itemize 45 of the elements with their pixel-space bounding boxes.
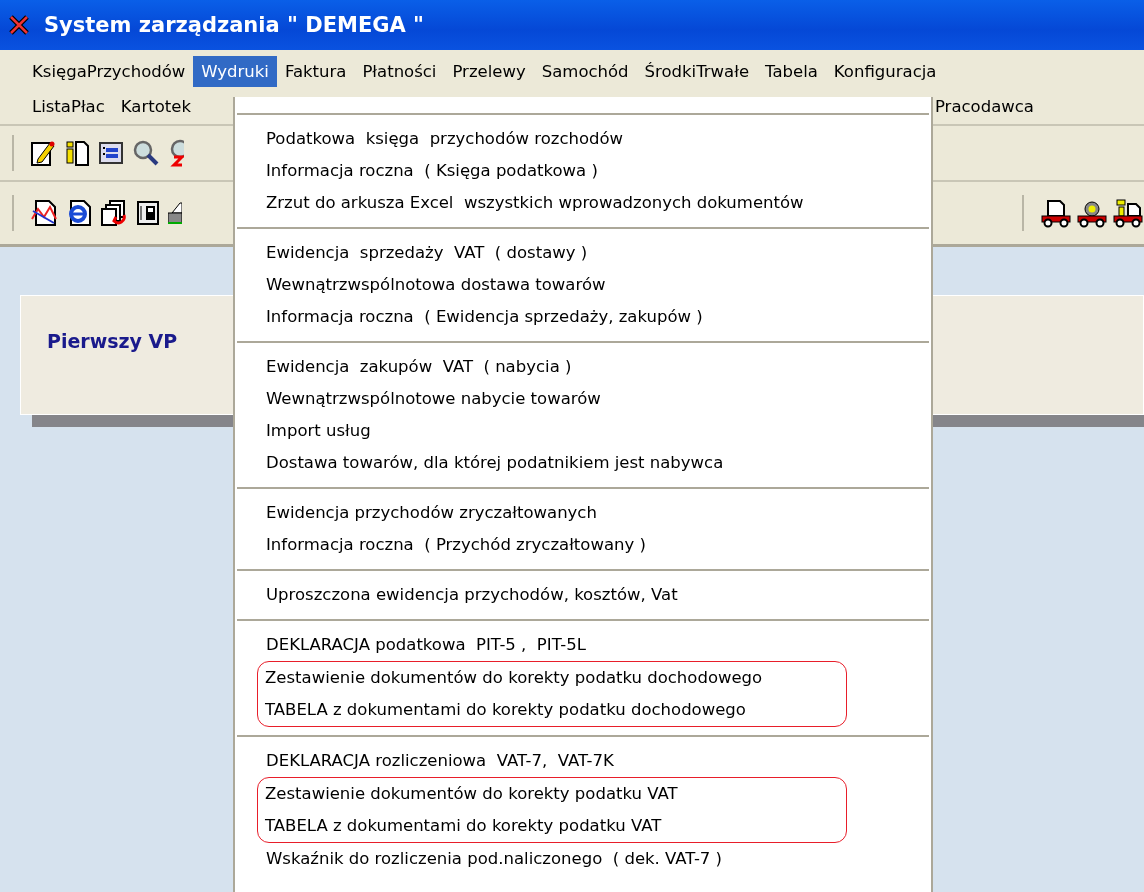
- menu-item[interactable]: Ewidencja przychodów zryczałtowanych: [235, 497, 931, 529]
- menu-bar-item[interactable]: KsięgaPrzychodów: [24, 56, 194, 87]
- menu-item[interactable]: Informacja roczna ( Ewidencja sprzedaży, zakupów ): [235, 301, 931, 333]
- info-document-icon[interactable]: [64, 139, 90, 167]
- menu-item[interactable]: Zestawienie dokumentów do korekty podatku VAT: [258, 778, 846, 810]
- menu-bar-item[interactable]: ŚrodkiTrwałe: [636, 56, 758, 87]
- menu-bar-item[interactable]: Samochód: [533, 56, 637, 87]
- menu-item[interactable]: Zrzut do arkusza Excel wszystkich wprowadzonych dokumentów: [235, 187, 931, 219]
- menu-item[interactable]: Wewnątrzwspólnotowe nabycie towarów: [235, 383, 931, 415]
- menu-bar-item[interactable]: Kartotek: [112, 91, 199, 122]
- app-icon: [8, 14, 30, 36]
- browser-document-icon[interactable]: [66, 199, 92, 227]
- menu-item[interactable]: Informacja roczna ( Przychód zryczałtowany ): [235, 529, 931, 561]
- menu-item[interactable]: Zestawienie dokumentów do korekty podatku dochodowego: [258, 662, 846, 694]
- menu-item[interactable]: DEKLARACJA podatkowa PIT-5 , PIT-5L: [235, 629, 931, 661]
- menu-item[interactable]: Wewnątrzwspólnotowa dostawa towarów: [235, 269, 931, 301]
- menu-item[interactable]: Dostawa towarów, dla której podatnikiem jest nabywca: [235, 447, 931, 479]
- menu-bar-item[interactable]: Faktura: [276, 56, 355, 87]
- copy-pages-icon[interactable]: [100, 199, 128, 227]
- chart-document-icon[interactable]: [30, 199, 58, 227]
- menu-item[interactable]: Ewidencja sprzedaży VAT ( dostawy ): [235, 237, 931, 269]
- menu-item[interactable]: TABELA z dokumentami do korekty podatku VAT: [258, 810, 846, 842]
- menu-bar-item[interactable]: ListaPłac: [24, 91, 113, 122]
- menu-item[interactable]: Uproszczona ewidencja przychodów, kosztów, Vat: [235, 579, 931, 611]
- menu-bar-item[interactable]: Tabela: [757, 56, 826, 87]
- menu-item[interactable]: TABELA z dokumentami do korekty podatku dochodowego: [258, 694, 846, 726]
- magnifier-icon[interactable]: [132, 139, 160, 167]
- list-icon[interactable]: [98, 140, 124, 166]
- panel-title: Pierwszy VP: [47, 330, 178, 352]
- menu-item[interactable]: Informacja roczna ( Księga podatkowa ): [235, 155, 931, 187]
- menu-bar-item[interactable]: Przelewy: [444, 56, 534, 87]
- car-icon[interactable]: [1112, 198, 1144, 228]
- menu-item[interactable]: Import usług: [235, 415, 931, 447]
- menu-item[interactable]: Wskaźnik do rozliczenia pod.naliczonego ( dek. VAT-7 ): [235, 843, 931, 875]
- menu-item[interactable]: DEKLARACJA rozliczeniowa VAT-7, VAT-7K: [235, 745, 931, 777]
- menu-item[interactable]: Ewidencja zakupów VAT ( nabycia ): [235, 351, 931, 383]
- menu-bar-item[interactable]: Konfiguracja: [825, 56, 945, 87]
- car-icon[interactable]: [1040, 198, 1072, 228]
- magnifier-icon[interactable]: [168, 139, 184, 167]
- car-icon[interactable]: [1076, 198, 1108, 228]
- window-title: System zarządzania " DEMEGA ": [44, 13, 424, 37]
- menu-bar-item[interactable]: Płatności: [354, 56, 445, 87]
- pencil-document-icon[interactable]: [30, 139, 56, 167]
- menu-item[interactable]: Podatkowa księga przychodów rozchodów: [235, 123, 931, 155]
- menu-bar-item[interactable]: Wydruki: [193, 56, 277, 87]
